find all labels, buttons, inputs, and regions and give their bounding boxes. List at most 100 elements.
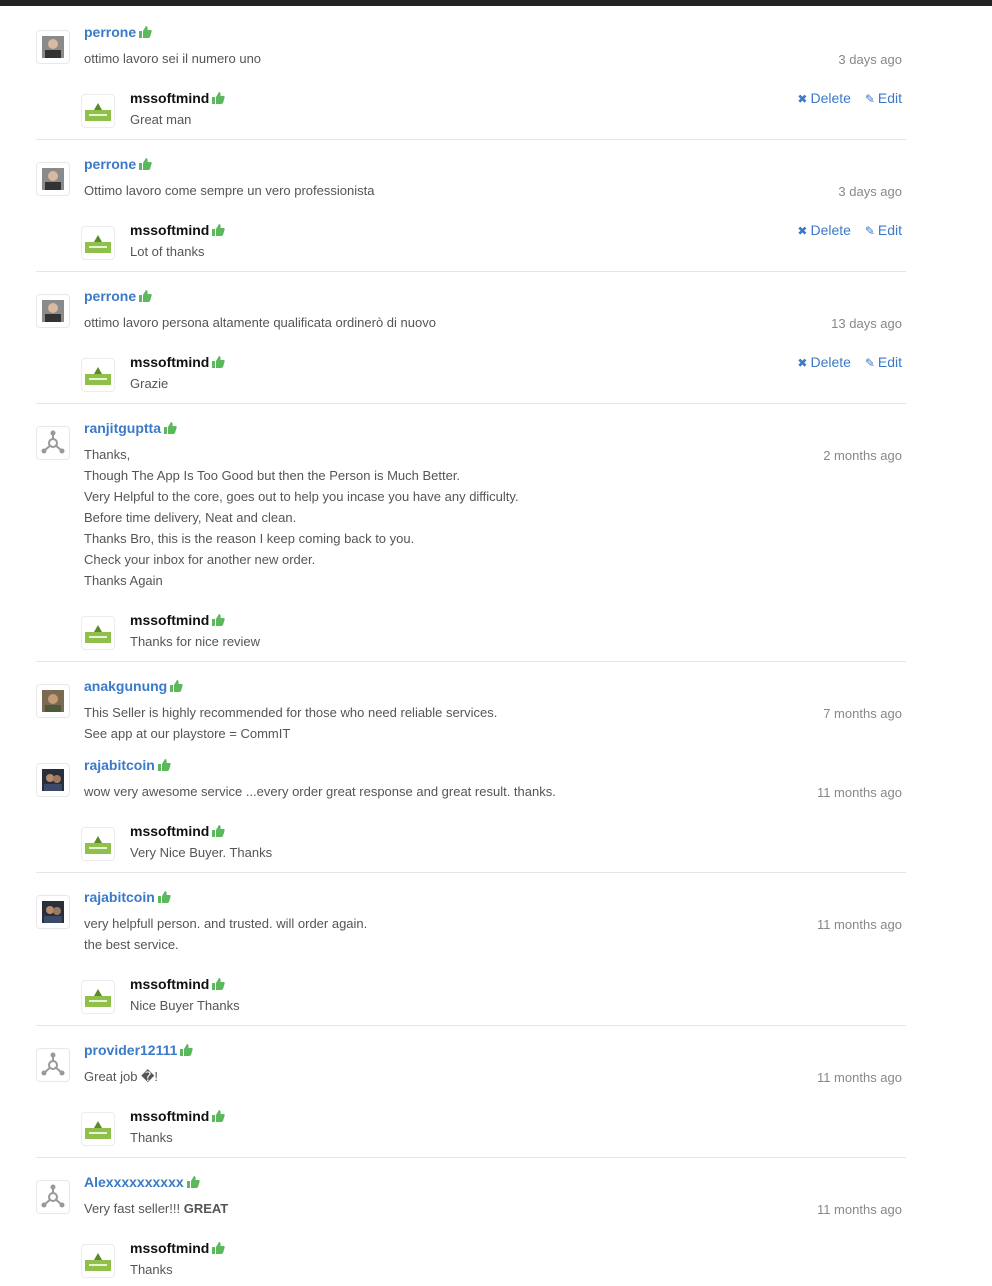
reviewer-name[interactable]: provider12111 bbox=[84, 1042, 194, 1058]
delete-button[interactable]: ✖ Delete bbox=[797, 90, 851, 106]
thumbs-up-icon bbox=[186, 1176, 200, 1188]
thumbs-up-icon bbox=[139, 26, 152, 38]
seller-avatar bbox=[81, 980, 115, 1014]
user-avatar[interactable] bbox=[36, 1180, 70, 1214]
reviewer-name[interactable]: anakgunung bbox=[84, 678, 183, 694]
seller-avatar bbox=[81, 1112, 115, 1146]
default-user-icon bbox=[41, 1052, 65, 1076]
review-text: This Seller is highly recommended for th… bbox=[84, 705, 498, 741]
seller-name[interactable]: mssoftmind bbox=[130, 1108, 226, 1124]
seller-name[interactable]: mssoftmind bbox=[130, 354, 226, 370]
reply-actions: ✖ Delete ✎ Edit bbox=[787, 90, 902, 106]
user-avatar[interactable] bbox=[36, 162, 70, 196]
close-icon: ✖ bbox=[797, 92, 808, 106]
seller-logo-icon bbox=[85, 1121, 111, 1139]
reviewer-name[interactable]: perrone bbox=[84, 156, 152, 172]
reply-text: Nice Buyer Thanks bbox=[130, 998, 240, 1013]
reviewer-name[interactable]: rajabitcoin bbox=[84, 757, 171, 773]
seller-avatar bbox=[81, 1244, 115, 1278]
review-item: ranjitguptta Thanks, Though The App Is T… bbox=[36, 420, 906, 662]
user-avatar[interactable] bbox=[36, 895, 70, 929]
review-text: Thanks, Though The App Is Too Good but t… bbox=[84, 447, 519, 588]
edit-button[interactable]: ✎ Edit bbox=[865, 222, 902, 238]
divider bbox=[36, 872, 906, 873]
review-time: 3 days ago bbox=[838, 184, 902, 199]
default-user-icon bbox=[41, 430, 65, 454]
reply-actions: ✖ Delete ✎ Edit bbox=[787, 222, 902, 238]
user-avatar[interactable] bbox=[36, 763, 70, 797]
seller-name[interactable]: mssoftmind bbox=[130, 976, 226, 992]
reviewer-name[interactable]: perrone bbox=[84, 288, 152, 304]
edit-icon: ✎ bbox=[864, 224, 875, 238]
reply-text: Lot of thanks bbox=[130, 244, 205, 259]
reviewer-name[interactable]: rajabitcoin bbox=[84, 889, 171, 905]
user-avatar[interactable] bbox=[36, 1048, 70, 1082]
review-time: 11 months ago bbox=[816, 785, 902, 800]
reply-text: Grazie bbox=[130, 376, 169, 391]
thumbs-up-icon bbox=[164, 422, 177, 434]
divider bbox=[36, 661, 906, 662]
thumbs-up-icon bbox=[180, 1044, 194, 1056]
review-time: 2 months ago bbox=[823, 448, 902, 463]
delete-button[interactable]: ✖ Delete bbox=[797, 222, 851, 238]
divider bbox=[36, 139, 906, 140]
review-text: Great job �! bbox=[84, 1069, 159, 1084]
thumbs-up-icon bbox=[157, 759, 171, 771]
reviewer-name[interactable]: ranjitguptta bbox=[84, 420, 177, 436]
thumbs-up-icon bbox=[212, 356, 226, 368]
reply-text: Great man bbox=[130, 112, 192, 127]
review-item: perrone ottimo lavoro persona altamente … bbox=[36, 288, 906, 404]
review-item: perrone Ottimo lavoro come sempre un ver… bbox=[36, 156, 906, 272]
thumbs-up-icon bbox=[212, 978, 226, 990]
thumbs-up-icon bbox=[212, 614, 226, 626]
top-bar bbox=[0, 0, 992, 6]
seller-logo-icon bbox=[85, 1253, 111, 1271]
seller-name[interactable]: mssoftmind bbox=[130, 1240, 226, 1256]
seller-name[interactable]: mssoftmind bbox=[130, 222, 226, 238]
thumbs-up-icon bbox=[212, 1242, 226, 1254]
edit-button[interactable]: ✎ Edit bbox=[865, 90, 902, 106]
reply-text: Thanks bbox=[130, 1130, 173, 1145]
review-text: ottimo lavoro sei il numero uno bbox=[84, 51, 262, 66]
reviewer-name[interactable]: Alexxxxxxxxxx bbox=[84, 1174, 200, 1190]
seller-name[interactable]: mssoftmind bbox=[130, 612, 226, 628]
review-item: Alexxxxxxxxxx Very fast seller!!! GREAT … bbox=[36, 1174, 906, 1286]
divider bbox=[36, 1157, 906, 1158]
user-avatar[interactable] bbox=[36, 426, 70, 460]
close-icon: ✖ bbox=[797, 224, 808, 238]
review-text: Ottimo lavoro come sempre un vero profes… bbox=[84, 183, 375, 198]
thumbs-up-icon bbox=[157, 891, 171, 903]
review-item: provider12111 Great job �! 11 months ago… bbox=[36, 1042, 906, 1158]
user-photo-icon bbox=[42, 690, 64, 712]
user-avatar[interactable] bbox=[36, 684, 70, 718]
delete-button[interactable]: ✖ Delete bbox=[797, 354, 851, 370]
seller-avatar bbox=[81, 616, 115, 650]
user-photo-icon bbox=[42, 36, 64, 58]
thumbs-up-icon bbox=[212, 825, 226, 837]
seller-name[interactable]: mssoftmind bbox=[130, 90, 226, 106]
seller-name[interactable]: mssoftmind bbox=[130, 823, 226, 839]
review-time: 11 months ago bbox=[816, 1070, 902, 1085]
review-item: rajabitcoin wow very awesome service ...… bbox=[36, 757, 906, 873]
seller-logo-icon bbox=[85, 625, 111, 643]
close-icon: ✖ bbox=[797, 356, 808, 370]
thumbs-up-icon bbox=[212, 1110, 226, 1122]
thumbs-up-icon bbox=[139, 158, 152, 170]
edit-icon: ✎ bbox=[864, 92, 875, 106]
review-item: anakgunung This Seller is highly recomme… bbox=[36, 678, 906, 764]
reply-text: Very Nice Buyer. Thanks bbox=[130, 845, 273, 860]
review-text: ottimo lavoro persona altamente qualific… bbox=[84, 315, 436, 330]
review-text: Very fast seller!!! GREAT bbox=[84, 1201, 229, 1216]
review-time: 7 months ago bbox=[823, 706, 902, 721]
user-avatar[interactable] bbox=[36, 294, 70, 328]
seller-avatar bbox=[81, 358, 115, 392]
review-time: 11 months ago bbox=[816, 917, 902, 932]
seller-avatar bbox=[81, 226, 115, 260]
review-text: wow very awesome service ...every order … bbox=[84, 784, 556, 799]
edit-button[interactable]: ✎ Edit bbox=[865, 354, 902, 370]
thumbs-up-icon bbox=[212, 92, 226, 104]
user-avatar[interactable] bbox=[36, 30, 70, 64]
reviewer-name[interactable]: perrone bbox=[84, 24, 152, 40]
thumbs-up-icon bbox=[212, 224, 226, 236]
review-time: 3 days ago bbox=[838, 52, 902, 67]
